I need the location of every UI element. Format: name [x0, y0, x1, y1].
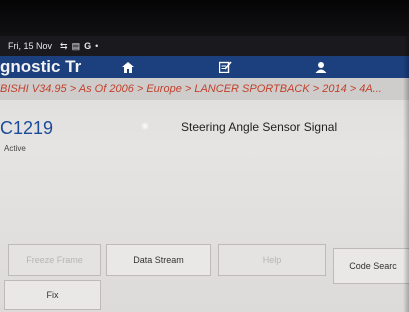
report-icon	[218, 61, 232, 73]
status-date: Fri, 15 Nov	[8, 41, 53, 51]
report-button[interactable]	[200, 56, 250, 78]
help-label: Help	[262, 255, 282, 265]
help-button[interactable]: Help	[218, 244, 326, 276]
dtc-status: Active	[4, 144, 26, 153]
breadcrumb: BISHI V34.95 > As Of 2006 > Europe > LAN…	[0, 78, 409, 100]
google-icon: G	[84, 41, 92, 51]
home-button[interactable]	[103, 56, 153, 78]
app-header: gnostic Tr	[0, 56, 409, 78]
data-stream-label: Data Stream	[133, 255, 184, 265]
screen-glare	[140, 122, 150, 130]
user-button[interactable]	[296, 56, 346, 78]
code-search-label: Code Searc	[349, 261, 397, 271]
user-icon	[315, 62, 327, 73]
status-icons: ⇆ ▤ G •	[60, 41, 98, 52]
freeze-frame-label: Freeze Frame	[26, 255, 83, 265]
app-title: gnostic Tr	[0, 57, 82, 76]
code-search-button[interactable]: Code Searc	[333, 248, 409, 284]
breadcrumb-text: BISHI V34.95 > As Of 2006 > Europe > LAN…	[0, 83, 382, 95]
data-stream-button[interactable]: Data Stream	[106, 244, 211, 276]
screen-edge	[403, 36, 409, 312]
dtc-code: C1219	[0, 118, 54, 138]
message-icon: ▤	[71, 40, 81, 51]
device-bezel	[0, 0, 409, 38]
dot-icon: •	[95, 41, 99, 51]
freeze-frame-button[interactable]: Freeze Frame	[8, 244, 101, 276]
status-bar: Fri, 15 Nov ⇆ ▤ G •	[0, 36, 409, 56]
fix-label: Fix	[46, 290, 59, 300]
fix-button[interactable]: Fix	[4, 280, 101, 310]
dtc-description: Steering Angle Sensor Signal	[181, 120, 338, 134]
home-icon	[122, 61, 134, 73]
usb-icon: ⇆	[60, 40, 68, 51]
